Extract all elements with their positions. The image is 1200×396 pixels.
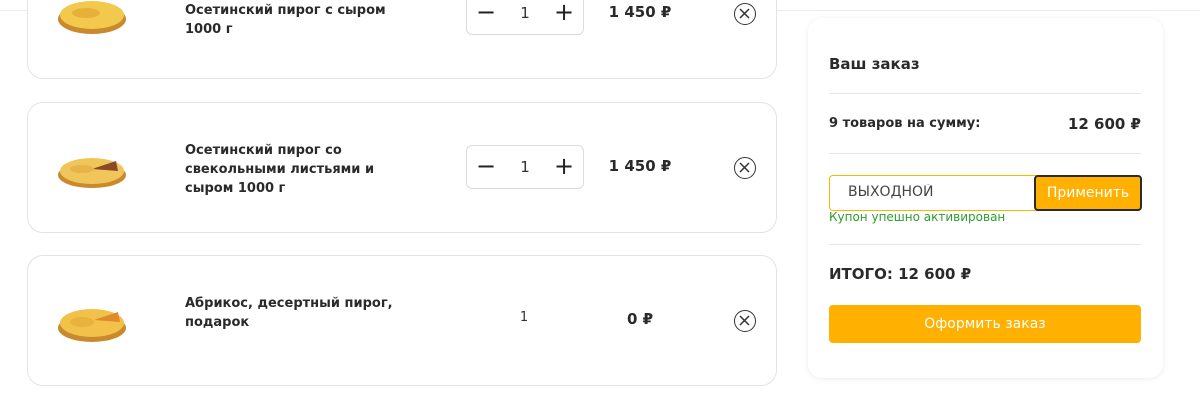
- quantity-value[interactable]: 1: [507, 146, 543, 188]
- plus-icon[interactable]: +: [546, 146, 582, 188]
- divider: [829, 153, 1141, 154]
- apply-coupon-button[interactable]: Применить: [1034, 175, 1142, 211]
- pie-image: [58, 309, 126, 342]
- minus-icon[interactable]: −: [468, 0, 504, 34]
- coupon-success-message: Купон упешно активирован: [829, 210, 1006, 224]
- minus-icon[interactable]: −: [468, 146, 504, 188]
- quantity-stepper: − 1 +: [466, 145, 584, 189]
- order-summary: Ваш заказ 9 товаров на сумму: 12 600 ₽ П…: [808, 18, 1163, 378]
- remove-icon[interactable]: [734, 310, 756, 332]
- divider: [829, 244, 1141, 245]
- cart-item: Абрикос, десертный пирог, подарок 1 0 ₽: [27, 255, 777, 386]
- items-sum: 12 600 ₽: [1067, 115, 1141, 133]
- divider: [829, 93, 1141, 94]
- quantity-stepper: − 1 +: [466, 0, 584, 35]
- items-count-label: 9 товаров на сумму:: [829, 116, 981, 131]
- pie-image: [58, 1, 126, 34]
- coupon-input[interactable]: [848, 184, 1028, 200]
- summary-title: Ваш заказ: [829, 55, 920, 73]
- cart-item: Осетинский пирог с сыром 1000 г − 1 + 1 …: [27, 0, 777, 79]
- item-price: 1 450 ₽: [608, 157, 672, 175]
- quantity-value[interactable]: 1: [507, 0, 543, 34]
- product-name[interactable]: Осетинский пирог со свекольными листьями…: [185, 141, 425, 198]
- remove-icon[interactable]: [734, 3, 756, 25]
- plus-icon[interactable]: +: [546, 0, 582, 34]
- checkout-button[interactable]: Оформить заказ: [829, 305, 1141, 343]
- cart-item: Осетинский пирог со свекольными листьями…: [27, 102, 777, 233]
- remove-icon[interactable]: [734, 157, 756, 179]
- order-total: ИТОГО: 12 600 ₽: [829, 265, 972, 283]
- quantity-value: 1: [519, 310, 529, 325]
- item-price: 1 450 ₽: [608, 3, 672, 21]
- pie-image: [58, 158, 126, 188]
- product-name[interactable]: Абрикос, десертный пирог, подарок: [185, 294, 425, 332]
- product-name[interactable]: Осетинский пирог с сыром 1000 г: [185, 1, 425, 39]
- item-price: 0 ₽: [626, 310, 654, 328]
